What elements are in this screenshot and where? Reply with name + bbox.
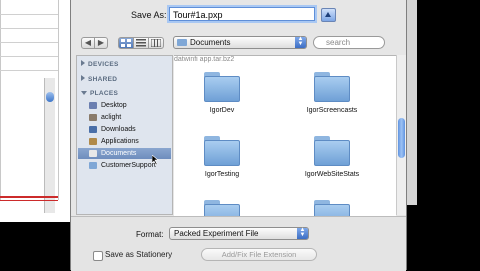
- column-view-button[interactable]: [148, 37, 164, 49]
- home-icon: [89, 114, 97, 121]
- save-options-panel: Format: Packed Experiment File ▲ ▼ Save a…: [71, 216, 406, 271]
- folder-igortesting[interactable]: IgorTesting: [182, 134, 262, 184]
- location-label: Documents: [190, 38, 231, 47]
- format-popup[interactable]: Packed Experiment File ▲ ▼: [169, 227, 309, 240]
- file-browser: datwinfi app.tar.bz2 IgorDev IgorScreenc…: [174, 55, 396, 216]
- documents-icon: [89, 150, 97, 157]
- folder-igorscreencasts[interactable]: IgorScreencasts: [292, 70, 372, 120]
- format-label: Format:: [136, 230, 164, 239]
- sidebar-section-shared[interactable]: SHARED: [81, 75, 117, 83]
- save-as-stationery-label: Save as Stationery: [105, 250, 173, 259]
- folder-icon: [204, 140, 240, 166]
- mouse-cursor-icon: [152, 155, 159, 165]
- format-value: Packed Experiment File: [174, 229, 259, 238]
- sidebar-item-aclight[interactable]: aclight: [78, 112, 171, 123]
- folder-icon: [314, 204, 350, 216]
- folder-igordev[interactable]: IgorDev: [182, 70, 262, 120]
- sidebar: DEVICES SHARED PLACES Desktop aclight Do…: [76, 55, 173, 215]
- sidebar-item-downloads[interactable]: Downloads: [78, 124, 171, 135]
- folder-igorwebsitestats[interactable]: IgorWebSiteStats: [292, 134, 372, 184]
- folder-icon: [314, 76, 350, 102]
- collapse-sheet-button[interactable]: [321, 8, 336, 22]
- background-spreadsheet-window: [0, 0, 70, 270]
- disclosure-right-icon: [81, 60, 85, 66]
- disclosure-down-icon: [81, 91, 87, 96]
- downloads-icon: [89, 126, 97, 133]
- column-view-icon: [150, 38, 162, 48]
- save-sheet: Save As: Tour#1a.pxp ◀ ▶ Documents ▲ ▼ se…: [70, 0, 407, 271]
- list-view-icon: [136, 39, 146, 47]
- popup-arrows-icon: ▲ ▼: [297, 227, 308, 239]
- sidebar-section-places[interactable]: PLACES: [81, 90, 118, 97]
- folder-icon: [314, 140, 350, 166]
- popup-arrows-icon: ▲ ▼: [295, 36, 306, 48]
- save-as-filename-field[interactable]: Tour#1a.pxp: [169, 7, 315, 21]
- file-browser-scrollbar[interactable]: [396, 55, 406, 215]
- folder-icon: [89, 162, 97, 169]
- icon-view-button[interactable]: [118, 37, 134, 49]
- folder-icon: [177, 39, 187, 46]
- folder-partial[interactable]: [292, 198, 372, 216]
- scrollbar-thumb[interactable]: [398, 118, 405, 158]
- search-field[interactable]: search: [313, 36, 385, 49]
- add-fix-extension-button[interactable]: Add/Fix File Extension: [201, 248, 317, 261]
- list-view-button[interactable]: [133, 37, 149, 49]
- sidebar-section-devices[interactable]: DEVICES: [81, 60, 119, 68]
- applications-icon: [89, 138, 97, 145]
- background-scrollbar[interactable]: [44, 78, 55, 213]
- forward-button[interactable]: ▶: [94, 37, 108, 49]
- back-button[interactable]: ◀: [81, 37, 95, 49]
- save-as-stationery-checkbox[interactable]: [93, 251, 103, 261]
- icon-view-icon: [121, 39, 131, 47]
- sidebar-item-applications[interactable]: Applications: [78, 136, 171, 147]
- partial-file-label: datwinfi app.tar.bz2: [174, 56, 235, 63]
- folder-icon: [204, 76, 240, 102]
- desktop-icon: [89, 102, 97, 109]
- folder-icon: [204, 204, 240, 216]
- folder-partial[interactable]: [182, 198, 262, 216]
- sidebar-item-desktop[interactable]: Desktop: [78, 100, 171, 111]
- location-popup[interactable]: Documents ▲ ▼: [173, 36, 307, 49]
- disclosure-right-icon: [81, 75, 85, 81]
- save-as-label: Save As:: [131, 10, 167, 20]
- disclosure-up-icon: [325, 12, 331, 17]
